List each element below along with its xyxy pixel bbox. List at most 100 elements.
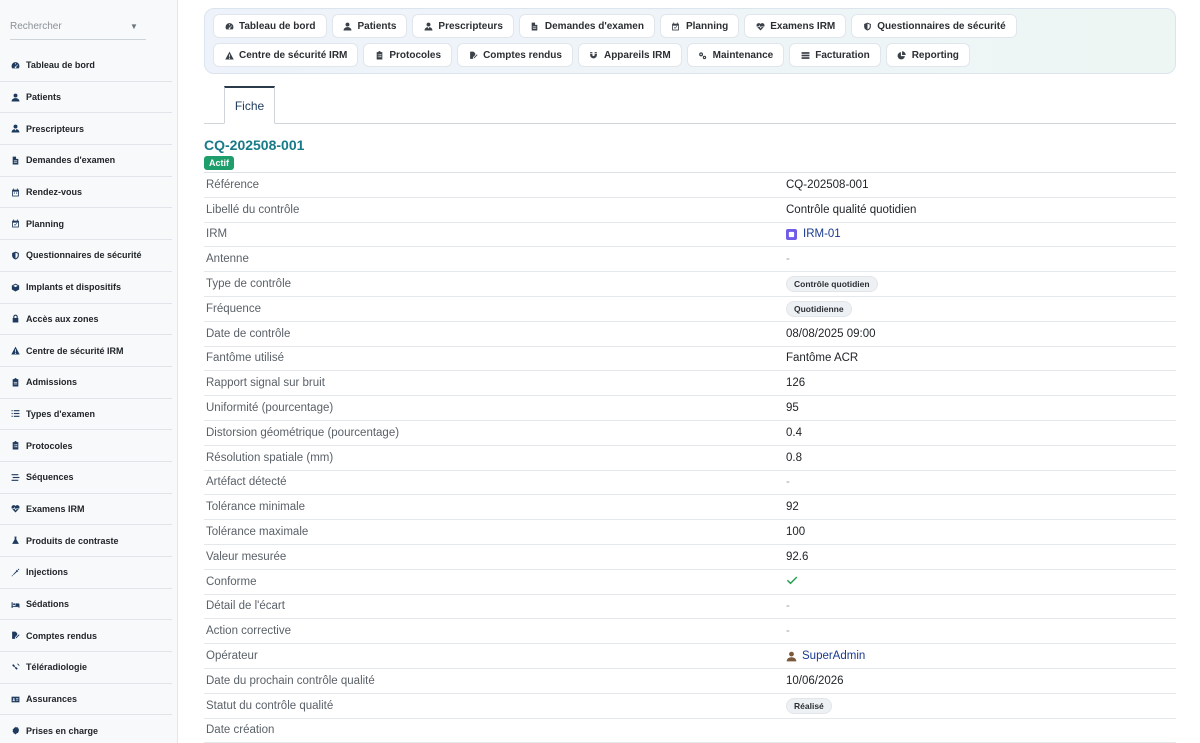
nav-button-appareils-irm[interactable]: Appareils IRM — [577, 43, 682, 67]
irm-link[interactable]: IRM-01 — [803, 228, 841, 240]
tab-fiche[interactable]: Fiche — [224, 86, 275, 124]
value-text: 10/06/2026 — [786, 674, 844, 687]
tab-bar: Fiche — [204, 86, 1176, 124]
field-value: Fantôme ACR — [786, 352, 858, 364]
field-label: Fantôme utilisé — [206, 352, 284, 365]
sidebar-item-patients[interactable]: Patients — [0, 82, 172, 114]
sidebar-item-label: Examens IRM — [26, 503, 85, 514]
field-label: Valeur mesurée — [206, 550, 287, 563]
sidebar-item-label: Protocoles — [26, 440, 73, 451]
mri-device-icon — [786, 228, 797, 240]
sidebar-item-implants-et-dispositifs[interactable]: Implants et dispositifs — [0, 272, 172, 304]
sidebar-item-centre-de-securite-irm[interactable]: Centre de sécurité IRM — [0, 335, 172, 367]
sidebar-item-prises-en-charge[interactable]: Prises en charge — [0, 715, 172, 743]
sidebar-item-rendez-vous[interactable]: Rendez-vous — [0, 177, 172, 209]
search-box[interactable]: ▼ — [10, 14, 146, 40]
nav-button-prescripteurs[interactable]: Prescripteurs — [412, 14, 514, 38]
sidebar-item-label: Prises en charge — [26, 725, 99, 736]
sidebar-item-sequences[interactable]: Séquences — [0, 462, 172, 494]
sidebar-item-produits-de-contraste[interactable]: Produits de contraste — [0, 525, 172, 557]
field-label: Libellé du contrôle — [206, 203, 300, 216]
user-icon — [786, 651, 797, 662]
detail-row: Valeur mesurée 92.6 — [204, 545, 1176, 570]
sidebar-item-questionnaires-de-securite[interactable]: Questionnaires de sécurité — [0, 240, 172, 272]
sidebar: ▼ Tableau de bord Patients Prescripteurs De… — [0, 0, 178, 743]
nav-button-patients[interactable]: Patients — [331, 14, 408, 38]
certificate-icon — [10, 726, 20, 736]
field-value: 10/06/2026 — [786, 675, 844, 687]
value-text: 0.4 — [786, 426, 802, 439]
nav-button-label: Examens IRM — [770, 20, 836, 32]
nav-button-questionnaires-de-securite[interactable]: Questionnaires de sécurité — [851, 14, 1017, 38]
detail-row: Opérateur SuperAdmin — [204, 644, 1176, 669]
search-input[interactable] — [10, 21, 130, 32]
sidebar-item-demandes-d-examen[interactable]: Demandes d'examen — [0, 145, 172, 177]
sidebar-item-assurances[interactable]: Assurances — [0, 684, 172, 716]
sidebar-item-types-d-examen[interactable]: Types d'examen — [0, 399, 172, 431]
sidebar-item-acces-aux-zones[interactable]: Accès aux zones — [0, 304, 172, 336]
cogs-icon — [698, 50, 708, 60]
sidebar-item-sedations[interactable]: Sédations — [0, 589, 172, 621]
field-label: Détail de l'écart — [206, 600, 285, 613]
sidebar-item-planning[interactable]: Planning — [0, 208, 172, 241]
detail-row: Tolérance maximale 100 — [204, 520, 1176, 545]
sidebar-item-label: Questionnaires de sécurité — [26, 250, 142, 261]
empty-value: - — [786, 476, 790, 489]
id-card-icon — [10, 694, 20, 704]
nav-button-demandes-d-examen[interactable]: Demandes d'examen — [518, 14, 655, 38]
sidebar-item-prescripteurs[interactable]: Prescripteurs — [0, 113, 172, 146]
cube-icon — [10, 282, 20, 292]
sidebar-item-admissions[interactable]: Admissions — [0, 367, 172, 399]
detail-row: Date de contrôle 08/08/2025 09:00 — [204, 322, 1176, 347]
record-title: CQ-202508-001 — [204, 137, 305, 153]
sidebar-item-teleradiologie[interactable]: Téléradiologie — [0, 652, 172, 684]
field-label: Type de contrôle — [206, 278, 292, 291]
doctor-icon — [10, 124, 20, 134]
detail-row: Référence CQ-202508-001 — [204, 173, 1176, 198]
nav-button-facturation[interactable]: Facturation — [789, 43, 881, 67]
field-label: Référence — [206, 178, 260, 191]
doctor-icon — [423, 21, 433, 31]
list-icon — [10, 409, 20, 419]
detail-row: Date du prochain contrôle qualité 10/06/2… — [204, 669, 1176, 694]
nav-button-planning[interactable]: Planning — [659, 14, 740, 38]
nav-button-label: Appareils IRM — [603, 49, 671, 61]
nav-button-label: Comptes rendus — [483, 49, 562, 61]
sidebar-item-label: Patients — [26, 92, 62, 103]
field-value: SuperAdmin — [786, 650, 865, 662]
field-label: Artéfact détecté — [206, 476, 287, 489]
nav-button-tableau-de-bord[interactable]: Tableau de bord — [213, 14, 327, 38]
sidebar-item-label: Centre de sécurité IRM — [26, 345, 124, 356]
sidebar-item-examens-irm[interactable]: Examens IRM — [0, 494, 172, 526]
nav-button-maintenance[interactable]: Maintenance — [686, 43, 785, 67]
sidebar-item-label: Produits de contraste — [26, 535, 119, 546]
sidebar-menu: Tableau de bord Patients Prescripteurs Dema… — [0, 50, 177, 743]
sidebar-item-comptes-rendus[interactable]: Comptes rendus — [0, 620, 172, 653]
calendar-check-icon — [10, 219, 20, 229]
sidebar-item-label: Comptes rendus — [26, 630, 98, 641]
nav-button-examens-irm[interactable]: Examens IRM — [744, 14, 847, 38]
shield-icon — [862, 21, 872, 31]
nav-button-label: Prescripteurs — [438, 20, 503, 32]
sidebar-item-protocoles[interactable]: Protocoles — [0, 430, 172, 462]
pie-chart-icon — [897, 50, 907, 60]
nav-button-centre-de-securite-irm[interactable]: Centre de sécurité IRM — [213, 43, 359, 67]
detail-row: IRM IRM-01 — [204, 223, 1176, 248]
chevron-down-icon[interactable]: ▼ — [130, 22, 138, 31]
field-label: Date création — [206, 724, 275, 737]
field-label: IRM — [206, 228, 228, 241]
file-icon — [10, 155, 20, 165]
operator-link[interactable]: SuperAdmin — [802, 650, 865, 662]
field-value: - — [786, 476, 790, 488]
detail-table: Référence CQ-202508-001 Libellé du contrôl… — [204, 172, 1176, 743]
sidebar-item-tableau-de-bord[interactable]: Tableau de bord — [0, 50, 172, 82]
field-value: 92.6 — [786, 551, 808, 563]
value-text: Fantôme ACR — [786, 352, 859, 365]
nav-button-protocoles[interactable]: Protocoles — [363, 43, 453, 67]
nav-button-reporting[interactable]: Reporting — [885, 43, 970, 67]
sidebar-item-injections[interactable]: Injections — [0, 557, 172, 589]
nav-button-comptes-rendus[interactable]: Comptes rendus — [457, 43, 573, 67]
check-icon — [786, 574, 798, 589]
detail-row: Résolution spatiale (mm) 0.8 — [204, 446, 1176, 471]
sidebar-item-label: Types d'examen — [26, 408, 96, 419]
